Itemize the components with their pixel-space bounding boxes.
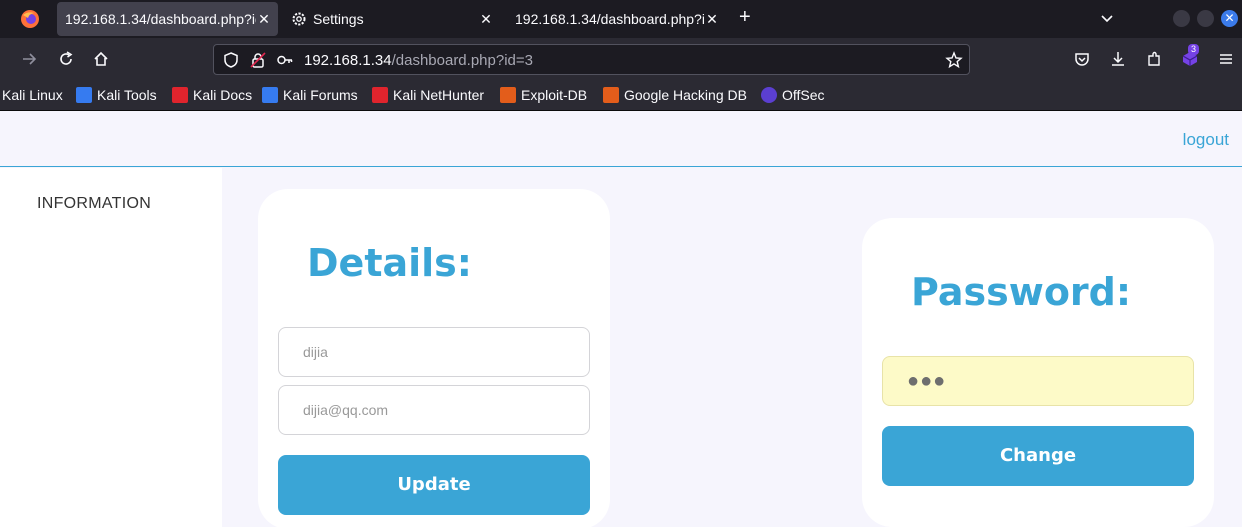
close-window-button[interactable]: ✕ bbox=[1221, 10, 1238, 27]
change-button[interactable]: Change bbox=[882, 426, 1194, 486]
update-button[interactable]: Update bbox=[278, 455, 590, 515]
menu-icon[interactable] bbox=[1217, 50, 1235, 68]
key-icon[interactable] bbox=[276, 51, 294, 69]
download-icon[interactable] bbox=[1109, 50, 1127, 68]
logout-link[interactable]: logout bbox=[1183, 130, 1229, 150]
details-title: Details: bbox=[307, 241, 472, 285]
page-header: logout bbox=[0, 111, 1242, 167]
extension-badge: 3 bbox=[1188, 44, 1200, 55]
details-card: Details: dijia dijia@qq.com Update bbox=[258, 189, 610, 527]
extensions-icon[interactable] bbox=[1145, 50, 1163, 68]
bookmark-label: Kali Docs bbox=[193, 87, 253, 103]
bookmark-google-hacking-db[interactable]: Google Hacking DB bbox=[603, 87, 747, 103]
kali-tools-icon bbox=[76, 87, 92, 103]
firefox-icon[interactable] bbox=[20, 9, 40, 29]
sidebar: INFORMATION bbox=[0, 168, 222, 527]
password-title: Password: bbox=[911, 270, 1132, 314]
pocket-icon[interactable] bbox=[1073, 50, 1091, 68]
url-bar[interactable]: 192.168.1.34/dashboard.php?id=3 bbox=[213, 44, 970, 75]
kali-nethunter-icon bbox=[372, 87, 388, 103]
bookmark-label: Kali NetHunter bbox=[393, 87, 485, 103]
home-icon[interactable] bbox=[92, 50, 110, 68]
tab-bar: 192.168.1.34/dashboard.php?id=3 ✕ Settin… bbox=[0, 0, 1242, 38]
bookmark-star-icon[interactable] bbox=[945, 51, 963, 69]
tab-dashboard-1[interactable]: 192.168.1.34/dashboard.php?id=3 ✕ bbox=[57, 2, 278, 36]
bookmark-offsec[interactable]: OffSec bbox=[761, 87, 825, 103]
tab-title: 192.168.1.34/dashboard.php?id=3 bbox=[515, 11, 704, 27]
new-tab-icon[interactable]: + bbox=[739, 6, 751, 29]
password-field[interactable]: ●●● bbox=[882, 356, 1194, 406]
navigation-toolbar: 192.168.1.34/dashboard.php?id=3 3 bbox=[0, 38, 1242, 81]
url-text[interactable]: 192.168.1.34/dashboard.php?id=3 bbox=[304, 52, 533, 69]
bookmark-label: OffSec bbox=[782, 87, 825, 103]
password-card: Password: ●●● Change bbox=[862, 218, 1214, 527]
tab-title: 192.168.1.34/dashboard.php?id=3 bbox=[65, 11, 256, 27]
exploit-db-icon bbox=[500, 87, 516, 103]
bookmark-kali-linux[interactable]: Kali Linux bbox=[2, 87, 63, 103]
gear-icon bbox=[292, 12, 306, 26]
bookmark-exploit-db[interactable]: Exploit-DB bbox=[500, 87, 587, 103]
tab-dashboard-2[interactable]: 192.168.1.34/dashboard.php?id=3 ✕ bbox=[506, 2, 726, 36]
bookmark-kali-docs[interactable]: Kali Docs bbox=[172, 87, 252, 103]
kali-forums-icon bbox=[262, 87, 278, 103]
maximize-button[interactable] bbox=[1197, 10, 1214, 27]
bookmark-label: Google Hacking DB bbox=[624, 87, 747, 103]
bookmarks-toolbar: Kali Linux Kali Tools Kali Docs Kali For… bbox=[0, 81, 1242, 111]
name-field[interactable]: dijia bbox=[278, 327, 590, 377]
close-icon[interactable]: ✕ bbox=[256, 11, 272, 28]
url-host: 192.168.1.34 bbox=[304, 52, 392, 69]
forward-icon[interactable] bbox=[20, 50, 38, 68]
shield-icon[interactable] bbox=[222, 51, 240, 69]
bookmark-label: Kali Linux bbox=[2, 87, 63, 103]
bookmark-kali-nethunter[interactable]: Kali NetHunter bbox=[372, 87, 484, 103]
bookmark-label: Kali Forums bbox=[283, 87, 358, 103]
ghdb-icon bbox=[603, 87, 619, 103]
tab-settings[interactable]: Settings ✕ bbox=[283, 2, 500, 36]
bookmark-kali-tools[interactable]: Kali Tools bbox=[76, 87, 157, 103]
kali-docs-icon bbox=[172, 87, 188, 103]
chevron-down-icon[interactable] bbox=[1099, 10, 1115, 26]
close-icon[interactable]: ✕ bbox=[704, 11, 720, 28]
url-path: /dashboard.php?id=3 bbox=[391, 52, 533, 69]
offsec-icon bbox=[761, 87, 777, 103]
sidebar-item-information[interactable]: INFORMATION bbox=[37, 195, 151, 213]
tab-title: Settings bbox=[313, 11, 364, 27]
reload-icon[interactable] bbox=[57, 50, 75, 68]
minimize-button[interactable] bbox=[1173, 10, 1190, 27]
close-icon[interactable]: ✕ bbox=[478, 11, 494, 28]
bookmark-label: Exploit-DB bbox=[521, 87, 588, 103]
email-field[interactable]: dijia@qq.com bbox=[278, 385, 590, 435]
bookmark-label: Kali Tools bbox=[97, 87, 157, 103]
bookmark-kali-forums[interactable]: Kali Forums bbox=[262, 87, 358, 103]
insecure-lock-icon[interactable] bbox=[249, 51, 267, 69]
